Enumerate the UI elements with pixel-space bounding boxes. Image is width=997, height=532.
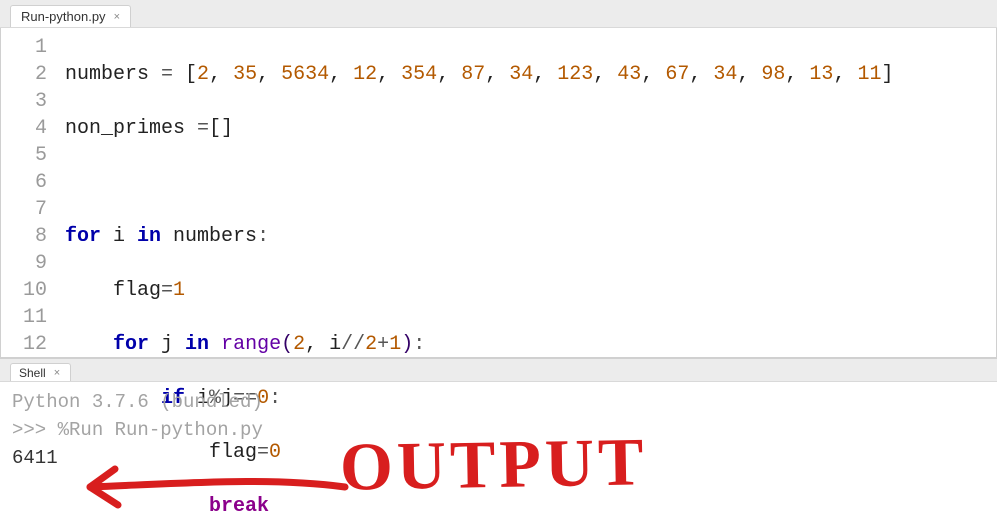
tab-filename: Run-python.py [21, 9, 106, 24]
editor-tabbar: Run-python.py × [0, 0, 997, 28]
line-number: 2 [7, 61, 47, 88]
line-number: 8 [7, 223, 47, 250]
line-number: 3 [7, 88, 47, 115]
shell-tab-label: Shell [19, 366, 46, 380]
editor-tab[interactable]: Run-python.py × [10, 5, 131, 27]
line-number: 6 [7, 169, 47, 196]
code-line: flag=1 [65, 277, 996, 304]
line-number: 1 [7, 34, 47, 61]
code-line: numbers = [2, 35, 5634, 12, 354, 87, 34,… [65, 61, 996, 88]
code-line [65, 169, 996, 196]
line-number: 7 [7, 196, 47, 223]
code-line: non_primes =[] [65, 115, 996, 142]
code-line: break [65, 493, 996, 520]
line-number: 4 [7, 115, 47, 142]
close-icon[interactable]: × [52, 367, 62, 379]
line-number: 10 [7, 277, 47, 304]
line-number: 5 [7, 142, 47, 169]
close-icon[interactable]: × [112, 11, 122, 23]
line-gutter: 1 2 3 4 5 6 7 8 9 10 11 12 [1, 28, 61, 357]
line-number: 9 [7, 250, 47, 277]
line-number: 12 [7, 331, 47, 358]
shell-tab[interactable]: Shell × [10, 363, 71, 381]
code-area[interactable]: numbers = [2, 35, 5634, 12, 354, 87, 34,… [61, 28, 996, 357]
code-line: for i in numbers: [65, 223, 996, 250]
code-editor[interactable]: 1 2 3 4 5 6 7 8 9 10 11 12 numbers = [2,… [0, 28, 997, 358]
code-line: for j in range(2, i//2+1): [65, 331, 996, 358]
line-number: 11 [7, 304, 47, 331]
